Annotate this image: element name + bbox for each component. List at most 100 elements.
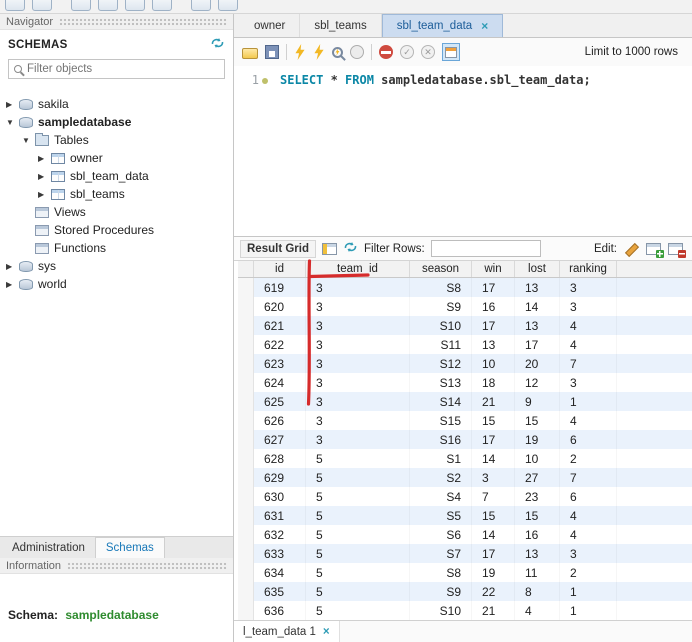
column-header-lost[interactable]: lost xyxy=(515,261,560,277)
cell-season[interactable]: S11 xyxy=(410,335,472,354)
row-selector[interactable] xyxy=(238,601,254,620)
row-selector[interactable] xyxy=(238,335,254,354)
cell-ranking[interactable]: 2 xyxy=(560,449,617,468)
cell-lost[interactable]: 9 xyxy=(515,392,560,411)
cell-team-id[interactable]: 5 xyxy=(306,487,410,506)
cell-season[interactable]: S9 xyxy=(410,297,472,316)
row-selector[interactable] xyxy=(238,297,254,316)
collapse-icon[interactable]: ▼ xyxy=(22,136,35,145)
row-selector[interactable] xyxy=(238,392,254,411)
cell-ranking[interactable]: 2 xyxy=(560,563,617,582)
expand-icon[interactable]: ▶ xyxy=(38,154,51,163)
cell-ranking[interactable]: 4 xyxy=(560,316,617,335)
tab-administration[interactable]: Administration xyxy=(2,538,95,558)
cell-win[interactable]: 17 xyxy=(472,430,515,449)
table-row[interactable]: 630 5 S4 7 23 6 xyxy=(238,487,692,506)
cell-lost[interactable]: 16 xyxy=(515,525,560,544)
tab-sbl-team-data[interactable]: sbl_team_data × xyxy=(381,14,504,37)
cell-team-id[interactable]: 5 xyxy=(306,544,410,563)
cell-team-id[interactable]: 5 xyxy=(306,601,410,620)
select-all-corner[interactable] xyxy=(238,261,254,277)
table-row[interactable]: 625 3 S14 21 9 1 xyxy=(238,392,692,411)
tab-owner[interactable]: owner xyxy=(240,14,301,37)
cell-id[interactable]: 624 xyxy=(254,373,306,392)
tree-item-views[interactable]: Views xyxy=(0,203,233,221)
cell-id[interactable]: 622 xyxy=(254,335,306,354)
table-row[interactable]: 635 5 S9 22 8 1 xyxy=(238,582,692,601)
cell-season[interactable]: S10 xyxy=(410,601,472,620)
cell-id[interactable]: 619 xyxy=(254,278,306,297)
table-row[interactable]: 629 5 S2 3 27 7 xyxy=(238,468,692,487)
cell-win[interactable]: 14 xyxy=(472,449,515,468)
cell-ranking[interactable]: 4 xyxy=(560,411,617,430)
autocommit-toggle-icon[interactable] xyxy=(442,43,460,61)
refresh-results-icon[interactable] xyxy=(343,241,358,256)
cell-season[interactable]: S10 xyxy=(410,316,472,335)
row-selector[interactable] xyxy=(238,449,254,468)
toolbar-icon[interactable] xyxy=(98,0,118,11)
cell-win[interactable]: 17 xyxy=(472,316,515,335)
cell-ranking[interactable]: 4 xyxy=(560,335,617,354)
expand-icon[interactable]: ▶ xyxy=(38,172,51,181)
cell-lost[interactable]: 8 xyxy=(515,582,560,601)
cell-lost[interactable]: 23 xyxy=(515,487,560,506)
cell-lost[interactable]: 17 xyxy=(515,335,560,354)
table-row[interactable]: 621 3 S10 17 13 4 xyxy=(238,316,692,335)
table-row[interactable]: 623 3 S12 10 20 7 xyxy=(238,354,692,373)
cell-lost[interactable]: 20 xyxy=(515,354,560,373)
cell-id[interactable]: 621 xyxy=(254,316,306,335)
cell-season[interactable]: S14 xyxy=(410,392,472,411)
filter-objects-input[interactable] xyxy=(27,63,219,75)
tab-sbl-teams[interactable]: sbl_teams xyxy=(300,14,382,37)
tree-item-sakila[interactable]: ▶ sakila xyxy=(0,95,233,113)
column-header-season[interactable]: season xyxy=(410,261,472,277)
row-selector[interactable] xyxy=(238,278,254,297)
column-header-win[interactable]: win xyxy=(472,261,515,277)
execute-icon[interactable] xyxy=(295,44,305,60)
cell-id[interactable]: 620 xyxy=(254,297,306,316)
row-selector[interactable] xyxy=(238,582,254,601)
tree-item-sys[interactable]: ▶ sys xyxy=(0,257,233,275)
row-selector[interactable] xyxy=(238,563,254,582)
table-row[interactable]: 619 3 S8 17 13 3 xyxy=(238,278,692,297)
limit-rows-dropdown[interactable]: Limit to 1000 rows xyxy=(585,46,684,58)
cell-id[interactable]: 628 xyxy=(254,449,306,468)
cell-win[interactable]: 17 xyxy=(472,544,515,563)
cell-ranking[interactable]: 1 xyxy=(560,392,617,411)
cell-id[interactable]: 623 xyxy=(254,354,306,373)
cell-lost[interactable]: 13 xyxy=(515,316,560,335)
cell-lost[interactable]: 13 xyxy=(515,278,560,297)
row-selector[interactable] xyxy=(238,544,254,563)
table-row[interactable]: 626 3 S15 15 15 4 xyxy=(238,411,692,430)
row-selector[interactable] xyxy=(238,525,254,544)
sql-statement[interactable]: SELECT * FROM sampledatabase.sbl_team_da… xyxy=(268,66,591,236)
delete-row-icon[interactable] xyxy=(668,242,686,258)
cell-win[interactable]: 13 xyxy=(472,335,515,354)
toolbar-icon[interactable] xyxy=(125,0,145,11)
table-row[interactable]: 620 3 S9 16 14 3 xyxy=(238,297,692,316)
toolbar-icon[interactable] xyxy=(191,0,211,11)
cell-team-id[interactable]: 5 xyxy=(306,506,410,525)
cell-season[interactable]: S9 xyxy=(410,582,472,601)
table-row[interactable]: 631 5 S5 15 15 4 xyxy=(238,506,692,525)
row-selector[interactable] xyxy=(238,487,254,506)
cell-win[interactable]: 21 xyxy=(472,392,515,411)
column-header-team-id[interactable]: team_id xyxy=(306,261,410,277)
refresh-schemas-icon[interactable] xyxy=(210,37,225,52)
cell-season[interactable]: S16 xyxy=(410,430,472,449)
cell-ranking[interactable]: 3 xyxy=(560,544,617,563)
row-selector[interactable] xyxy=(238,316,254,335)
cell-id[interactable]: 629 xyxy=(254,468,306,487)
table-row[interactable]: 622 3 S11 13 17 4 xyxy=(238,335,692,354)
cell-ranking[interactable]: 3 xyxy=(560,278,617,297)
cell-id[interactable]: 635 xyxy=(254,582,306,601)
cell-season[interactable]: S5 xyxy=(410,506,472,525)
cell-lost[interactable]: 13 xyxy=(515,544,560,563)
explain-icon[interactable] xyxy=(332,46,343,58)
cell-ranking[interactable]: 6 xyxy=(560,487,617,506)
cell-team-id[interactable]: 3 xyxy=(306,278,410,297)
toolbar-icon[interactable] xyxy=(32,0,52,11)
cell-lost[interactable]: 27 xyxy=(515,468,560,487)
tree-item-functions[interactable]: Functions xyxy=(0,239,233,257)
filter-rows-input[interactable] xyxy=(430,240,541,257)
